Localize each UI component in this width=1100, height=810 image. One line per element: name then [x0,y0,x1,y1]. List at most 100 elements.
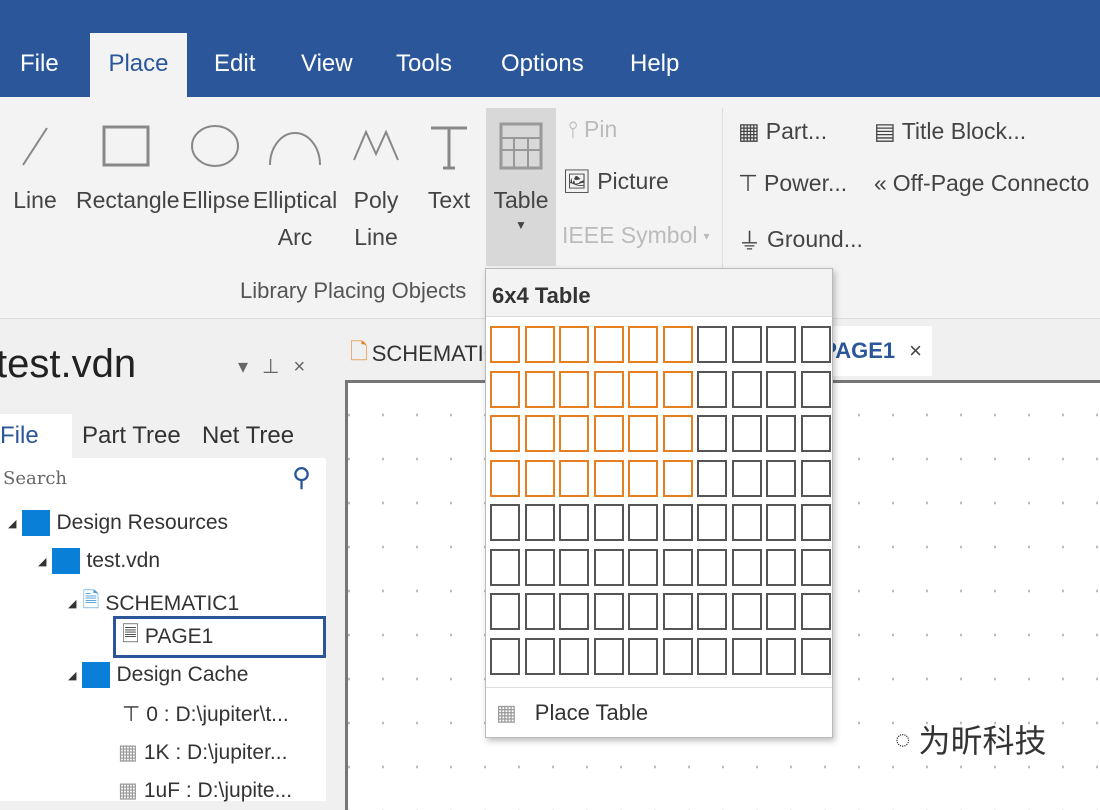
tree-item[interactable]: ◢ test.vdn [38,548,160,574]
poly-line-tool[interactable]: Poly Line [348,120,404,256]
table-grid-cell[interactable] [490,326,520,363]
place-table-button[interactable]: ▦ Place Table [486,687,832,737]
tab-file[interactable]: File [0,414,72,458]
line-tool[interactable]: Line [12,120,58,219]
table-grid-cell[interactable] [559,415,589,452]
table-grid-cell[interactable] [766,459,796,497]
table-grid-cell[interactable] [490,593,520,630]
table-grid-cell[interactable] [559,370,589,408]
table-grid-cell[interactable] [697,459,727,497]
table-grid-cell[interactable] [559,637,589,675]
title-block-button[interactable]: ▤ Title Block... [874,118,1026,145]
table-grid-cell[interactable] [766,504,796,541]
table-grid-cell[interactable] [524,504,555,541]
table-grid-cell[interactable] [662,593,693,630]
table-grid-cell[interactable] [697,504,727,541]
menu-tools[interactable]: Tools [396,50,452,80]
table-grid-cell[interactable] [800,593,831,630]
table-grid-cell[interactable] [524,459,555,497]
table-grid-cell[interactable] [524,326,555,363]
table-grid-cell[interactable] [628,637,658,675]
table-grid-cell[interactable] [559,459,589,497]
table-grid-cell[interactable] [628,504,658,541]
table-grid-cell[interactable] [524,593,555,630]
table-grid-cell[interactable] [524,548,555,586]
pin-icon[interactable]: ⊥ [262,356,293,378]
tree-item[interactable]: ◢ Design Cache [68,662,248,688]
power-button[interactable]: ⊤ Power... [738,170,847,197]
doc-tab-schematic[interactable]: 🗋 SCHEMATIC1 [350,332,512,376]
table-grid-cell[interactable] [697,415,727,452]
table-grid-cell[interactable] [731,459,762,497]
table-grid-cell[interactable] [593,326,624,363]
table-grid-cell[interactable] [731,548,762,586]
table-grid-cell[interactable] [697,548,727,586]
table-grid-cell[interactable] [731,593,762,630]
table-grid-cell[interactable] [731,637,762,675]
close-icon[interactable]: × [909,338,922,364]
dropdown-icon[interactable]: ▾ [238,356,262,378]
ground-button[interactable]: ⏚ Ground... [738,222,863,256]
table-grid-cell[interactable] [766,593,796,630]
table-grid-cell[interactable] [593,504,624,541]
table-grid-cell[interactable] [593,370,624,408]
table-grid-cell[interactable] [559,326,589,363]
ellipse-tool[interactable]: Ellipse [182,120,250,219]
table-grid-cell[interactable] [697,326,727,363]
tree-item[interactable]: ▦ 1K : D:\jupiter... [118,740,287,765]
table-grid-cell[interactable] [593,548,624,586]
menu-help[interactable]: Help [630,50,679,80]
elliptical-arc-tool[interactable]: Elliptical Arc [252,120,338,256]
table-grid-cell[interactable] [628,370,658,408]
text-tool[interactable]: Text [422,120,476,219]
table-grid-cell[interactable] [524,637,555,675]
table-grid-cell[interactable] [524,370,555,408]
table-grid-cell[interactable] [766,326,796,363]
tree-item[interactable]: ◢ Design Resources [8,510,228,536]
tree-item[interactable]: ⊤ 0 : D:\jupiter\t... [122,702,289,727]
table-grid-cell[interactable] [628,459,658,497]
search-input[interactable]: Search ⚲ [0,458,326,500]
table-grid-cell[interactable] [662,504,693,541]
table-grid-cell[interactable] [697,593,727,630]
table-grid-cell[interactable] [559,593,589,630]
table-grid-cell[interactable] [731,415,762,452]
menu-options[interactable]: Options [501,50,584,80]
table-grid-cell[interactable] [766,637,796,675]
tree-item-selected[interactable]: 🗏 PAGE1 [113,616,326,658]
tab-part-tree[interactable]: Part Tree [82,422,181,450]
table-grid-cell[interactable] [593,415,624,452]
close-icon[interactable]: × [293,356,319,378]
table-grid-cell[interactable] [559,504,589,541]
table-grid-cell[interactable] [800,415,831,452]
table-grid-cell[interactable] [731,504,762,541]
table-grid-cell[interactable] [628,415,658,452]
table-grid-cell[interactable] [766,370,796,408]
table-grid-cell[interactable] [490,459,520,497]
table-grid-cell[interactable] [490,370,520,408]
search-icon[interactable]: ⚲ [292,462,311,493]
table-grid-cell[interactable] [593,637,624,675]
panel-controls[interactable]: ▾⊥× [238,354,319,379]
table-grid-cell[interactable] [697,637,727,675]
tree-item[interactable]: ▦ 1uF : D:\jupite... [118,778,292,803]
table-grid-cell[interactable] [490,548,520,586]
table-grid-cell[interactable] [490,504,520,541]
table-grid-cell[interactable] [800,370,831,408]
table-grid-cell[interactable] [766,415,796,452]
table-grid-cell[interactable] [593,459,624,497]
table-grid-cell[interactable] [800,548,831,586]
table-grid-cell[interactable] [662,326,693,363]
rectangle-tool[interactable]: Rectangle [76,120,180,219]
table-grid-cell[interactable] [731,326,762,363]
menu-place[interactable]: Place [90,33,187,99]
table-grid-cell[interactable] [800,459,831,497]
table-grid-cell[interactable] [697,370,727,408]
table-grid-cell[interactable] [490,637,520,675]
off-page-connector-button[interactable]: «Off-Page Connecto [874,170,1089,197]
table-grid-cell[interactable] [800,504,831,541]
picture-button[interactable]: 🖼 Picture [562,168,669,195]
table-grid-cell[interactable] [628,548,658,586]
table-grid-cell[interactable] [628,326,658,363]
table-grid-cell[interactable] [766,548,796,586]
